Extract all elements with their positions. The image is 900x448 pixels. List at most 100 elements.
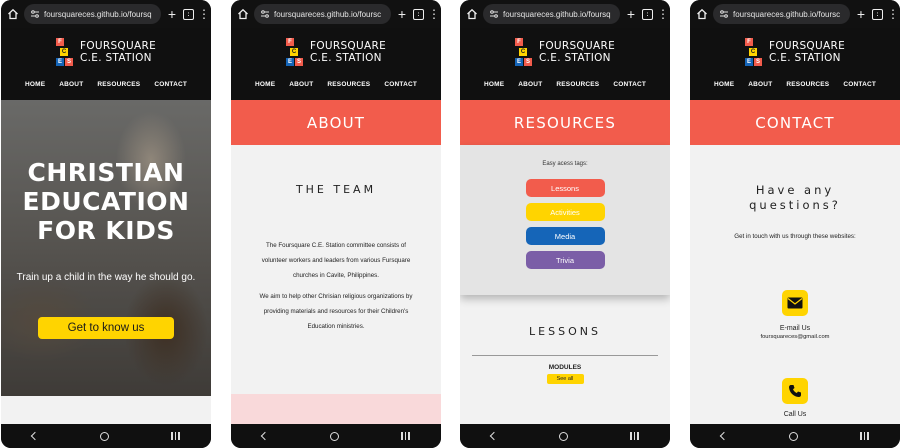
home-circle-icon[interactable] <box>789 431 799 441</box>
nav-about[interactable]: ABOUT <box>518 81 542 88</box>
lessons-title: LESSONS <box>529 325 601 338</box>
site-header: F C E S FOURSQUARE C.E. STATION HOME ABO… <box>231 28 441 100</box>
url-bar[interactable]: foursquareces.github.io/foursc <box>713 4 850 24</box>
new-tab-icon[interactable]: + <box>165 7 179 21</box>
nav-home[interactable]: HOME <box>484 81 504 88</box>
contact-intro: Get in touch with us through these websi… <box>734 233 856 240</box>
nav-contact[interactable]: CONTACT <box>384 81 417 88</box>
tag-lessons-button[interactable]: Lessons <box>525 179 605 197</box>
tab-switcher-icon[interactable]: : <box>872 8 883 20</box>
email-address[interactable]: foursquareces@gmail.com <box>690 334 900 340</box>
more-menu-icon[interactable]: ⋮ <box>428 8 440 20</box>
hero-section: CHRISTIAN EDUCATION FOR KIDS Train up a … <box>1 100 211 396</box>
nav-resources[interactable]: RESOURCES <box>556 81 599 88</box>
tag-media-button[interactable]: Media <box>525 227 605 245</box>
about-paragraph-2: We aim to help other Chrisian religious … <box>259 293 413 330</box>
email-block[interactable]: E-mail Us foursquareces@gmail.com <box>690 290 900 340</box>
more-menu-icon[interactable]: ⋮ <box>887 8 899 20</box>
get-to-know-us-button[interactable]: Get to know us <box>38 317 174 339</box>
logo-line2: C.E. STATION <box>79 52 152 64</box>
nav-about[interactable]: ABOUT <box>748 81 772 88</box>
home-icon[interactable] <box>236 7 250 21</box>
url-text: foursquareces.github.io/foursq <box>44 9 152 19</box>
recents-icon[interactable] <box>171 432 180 440</box>
nav-resources[interactable]: RESOURCES <box>327 81 370 88</box>
nav-about[interactable]: ABOUT <box>59 81 83 88</box>
url-bar[interactable]: foursquareces.github.io/foursq <box>24 4 161 24</box>
call-block[interactable]: Call Us <box>690 378 900 418</box>
phone-icon[interactable] <box>782 378 808 404</box>
recents-icon[interactable] <box>860 432 869 440</box>
new-tab-icon[interactable]: + <box>854 7 868 21</box>
tab-switcher-icon[interactable]: : <box>183 8 194 20</box>
home-circle-icon[interactable] <box>330 431 340 441</box>
tag-trivia-button[interactable]: Trivia <box>525 251 605 269</box>
pink-section <box>231 394 441 424</box>
logo-line2: C.E. STATION <box>309 52 382 64</box>
team-title: THE TEAM <box>295 183 377 196</box>
nav-contact[interactable]: CONTACT <box>154 81 187 88</box>
site-settings-icon[interactable] <box>260 9 270 19</box>
new-tab-icon[interactable]: + <box>624 7 638 21</box>
site-header: F C E S FOURSQUARE C.E. STATION HOME ABO… <box>460 28 670 100</box>
modules-label: MODULES <box>548 364 582 371</box>
new-tab-icon[interactable]: + <box>395 7 409 21</box>
site-logo[interactable]: F C E S FOURSQUARE C.E. STATION <box>690 38 900 66</box>
nav-about[interactable]: ABOUT <box>289 81 313 88</box>
nav-resources[interactable]: RESOURCES <box>786 81 829 88</box>
nav-contact[interactable]: CONTACT <box>843 81 876 88</box>
nav-home[interactable]: HOME <box>255 81 275 88</box>
recents-icon[interactable] <box>401 432 410 440</box>
more-menu-icon[interactable]: ⋮ <box>198 8 210 20</box>
site-header: F C E S FOURSQUARE C.E. STATION HOME ABO… <box>690 28 900 100</box>
envelope-icon[interactable] <box>782 290 808 316</box>
site-nav: HOME ABOUT RESOURCES CONTACT <box>460 81 670 88</box>
nav-home[interactable]: HOME <box>25 81 45 88</box>
nav-contact[interactable]: CONTACT <box>613 81 646 88</box>
logo-line1: FOURSQUARE <box>768 40 845 52</box>
site-logo[interactable]: F C E S FOURSQUARE C.E. STATION <box>231 38 441 66</box>
back-icon[interactable] <box>260 431 270 441</box>
system-nav-bar <box>1 424 211 448</box>
browser-bar: foursquareces.github.io/foursc + : ⋮ <box>231 0 441 28</box>
site-header: F C E S FOURSQUARE C.E. STATION HOME ABO… <box>1 28 211 100</box>
about-paragraph-1: The Foursquare C.E. Station committee co… <box>261 242 411 279</box>
home-circle-icon[interactable] <box>100 431 110 441</box>
tag-activities-button[interactable]: Activities <box>525 203 605 221</box>
nav-resources[interactable]: RESOURCES <box>97 81 140 88</box>
url-text: foursquareces.github.io/foursc <box>733 9 841 19</box>
nav-home[interactable]: HOME <box>714 81 734 88</box>
phone-home: foursquareces.github.io/foursq + : ⋮ F C… <box>1 0 211 448</box>
home-icon[interactable] <box>6 7 20 21</box>
url-bar[interactable]: foursquareces.github.io/foursq <box>483 4 620 24</box>
contact-heading: Have any questions? <box>749 183 841 212</box>
back-icon[interactable] <box>719 431 729 441</box>
logo-line2: C.E. STATION <box>768 52 841 64</box>
site-settings-icon[interactable] <box>30 9 40 19</box>
back-icon[interactable] <box>489 431 499 441</box>
divider <box>472 355 658 356</box>
home-icon[interactable] <box>465 7 479 21</box>
contact-banner: CONTACT <box>690 100 900 145</box>
url-text: foursquareces.github.io/foursq <box>503 9 611 19</box>
site-logo[interactable]: F C E S FOURSQUARE C.E. STATION <box>460 38 670 66</box>
recents-icon[interactable] <box>630 432 639 440</box>
more-menu-icon[interactable]: ⋮ <box>657 8 669 20</box>
see-all-button[interactable]: See all <box>546 374 584 384</box>
site-settings-icon[interactable] <box>489 9 499 19</box>
system-nav-bar <box>231 424 441 448</box>
hero-subtitle: Train up a child in the way he should go… <box>16 272 196 283</box>
tab-switcher-icon[interactable]: : <box>642 8 653 20</box>
site-settings-icon[interactable] <box>719 9 729 19</box>
tab-switcher-icon[interactable]: : <box>413 8 424 20</box>
phone-about: foursquareces.github.io/foursc + : ⋮ F C… <box>231 0 441 448</box>
home-icon[interactable] <box>695 7 709 21</box>
back-icon[interactable] <box>30 431 40 441</box>
site-logo[interactable]: F C E S FOURSQUARE C.E. STATION <box>1 38 211 66</box>
hero-title: CHRISTIAN EDUCATION FOR KIDS <box>22 158 190 245</box>
url-bar[interactable]: foursquareces.github.io/foursc <box>254 4 391 24</box>
site-contact: F C E S FOURSQUARE C.E. STATION HOME ABO… <box>690 28 900 424</box>
logo-blocks-icon: F C E S <box>55 38 73 66</box>
home-circle-icon[interactable] <box>559 431 569 441</box>
email-label: E-mail Us <box>779 325 811 332</box>
